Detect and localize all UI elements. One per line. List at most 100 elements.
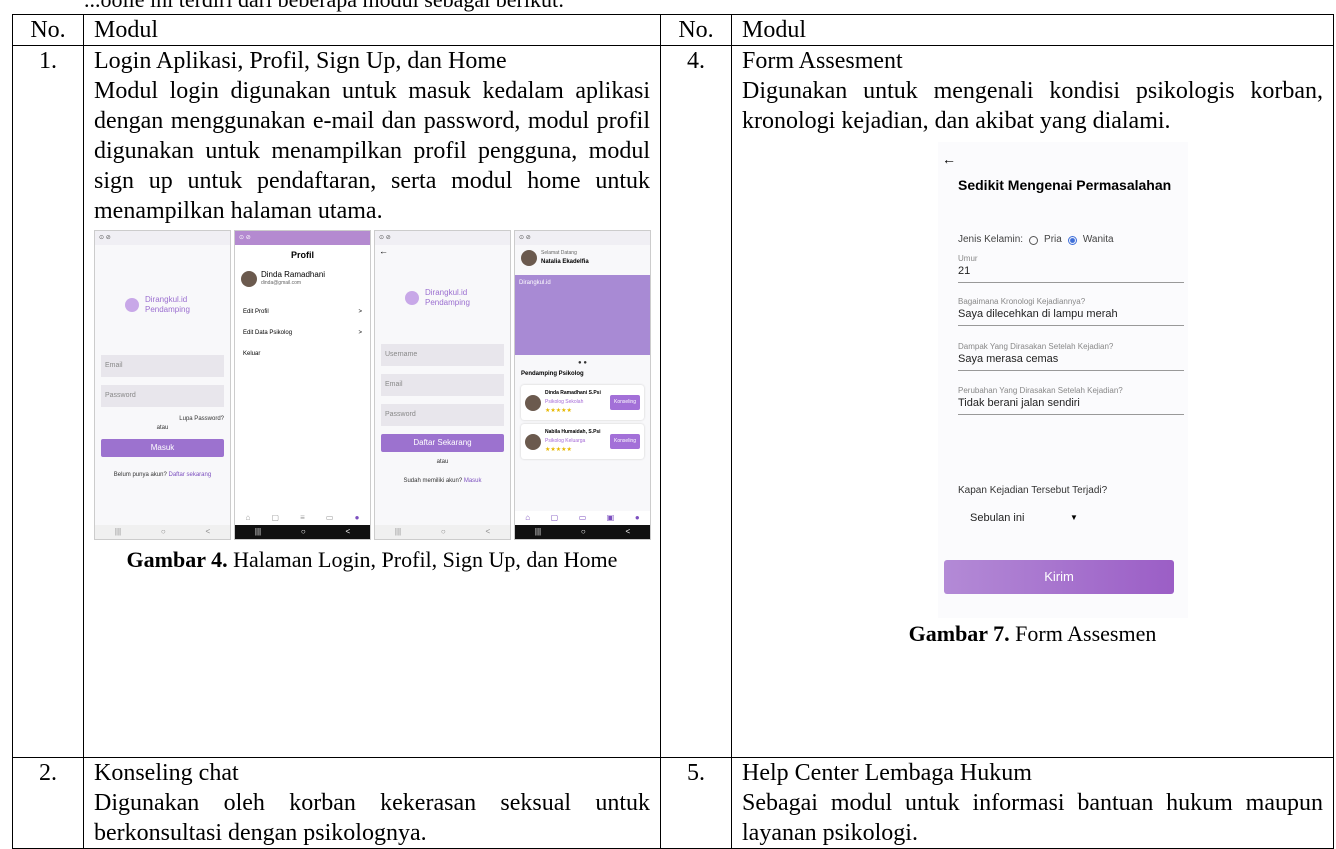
hero-title: Dirangkul.id: [519, 280, 551, 286]
or-divider: atau: [436, 459, 449, 465]
module-cell: Help Center Lembaga Hukum Sebagai modul …: [731, 757, 1334, 849]
table-row: 1. Login Aplikasi, Profil, Sign Up, dan …: [12, 45, 1334, 758]
header-no-right: No.: [660, 14, 732, 46]
psikolog-card[interactable]: Dinda Ramadhani S.Psi Psikolog Sekolah ★★★…: [521, 385, 644, 420]
header-modul-left: Modul: [83, 14, 661, 46]
greeting-text: Selamat Datang: [541, 250, 577, 256]
profile-email: dinda@gmail.com: [261, 280, 302, 286]
assessment-form-screenshot: ← Sedikit Mengenai Permasalahan Jenis Ke…: [938, 142, 1188, 618]
module-description: Digunakan untuk mengenali kondisi psikol…: [742, 78, 1323, 134]
card-name: Dinda Ramadhani S.Psi: [545, 390, 601, 396]
when-label: Kapan Kejadian Tersebut Terjadi?: [958, 485, 1108, 496]
carousel-dots: ● ●: [578, 360, 587, 366]
option-pria: Pria: [1044, 234, 1062, 245]
age-value: 21: [958, 265, 971, 277]
password-field[interactable]: Password: [381, 404, 504, 426]
row-number: 4.: [660, 45, 732, 758]
module-title: Help Center Lembaga Hukum: [742, 760, 1032, 786]
header-modul-right: Modul: [731, 14, 1334, 46]
system-nav: ||| ○ <: [235, 525, 370, 539]
avatar: [241, 271, 257, 287]
brand-logo: Dirangkul.id Pendamping: [95, 295, 230, 315]
chevron-down-icon[interactable]: ▼: [1070, 503, 1078, 533]
change-value: Tidak berani jalan sendiri: [958, 397, 1080, 409]
gender-field: Jenis Kelamin: Pria Wanita: [958, 225, 1114, 255]
avatar: [521, 250, 537, 266]
bottom-nav[interactable]: ⌂ ▢ ▭ ▣ ●: [515, 511, 650, 525]
register-button[interactable]: Daftar Sekarang: [381, 434, 504, 452]
row-number: 1.: [12, 45, 84, 758]
avatar: [525, 433, 541, 450]
home-greeting: Selamat Datang Natalia Ekadelfia: [515, 245, 650, 271]
brand-sub: Pendamping: [145, 305, 190, 314]
caption-label: Gambar 4.: [126, 547, 228, 572]
brand-name: Dirangkul.id: [425, 288, 468, 297]
hero-banner[interactable]: Dirangkul.id: [515, 275, 650, 355]
figure-caption: Gambar 7. Form Assesmen: [742, 620, 1323, 647]
login-prompt: Sudah memiliki akun? Masuk: [375, 477, 510, 486]
submit-button[interactable]: Kirim: [944, 560, 1174, 594]
email-field[interactable]: Email: [101, 355, 224, 377]
table-row: 2. Konseling chat Digunakan oleh korban …: [12, 757, 1334, 849]
change-field[interactable]: Perubahan Yang Dirasakan Setelah Kejadia…: [958, 386, 1184, 415]
login-screen: ⊙ ⊘ Dirangkul.id Pendamping Email Passwor…: [94, 230, 231, 540]
password-field[interactable]: Password: [101, 385, 224, 407]
username-field[interactable]: Username: [381, 344, 504, 366]
register-link[interactable]: Daftar sekarang: [169, 472, 212, 478]
chronology-value: Saya dilecehkan di lampu merah: [958, 308, 1118, 320]
login-button[interactable]: Masuk: [101, 439, 224, 457]
status-bar: ⊙ ⊘: [375, 231, 510, 245]
logo-icon: [405, 291, 419, 305]
caption-text: Form Assesmen: [1009, 621, 1157, 646]
konseling-button[interactable]: Konseling: [610, 434, 640, 449]
module-description: Sebagai modul untuk informasi bantuan hu…: [742, 790, 1323, 846]
logout-item[interactable]: Keluar: [235, 344, 370, 365]
module-title: Konseling chat: [94, 760, 239, 786]
profile-user: Dinda Ramadhani dinda@gmail.com: [235, 266, 370, 292]
login-link[interactable]: Masuk: [464, 478, 482, 484]
avatar: [525, 394, 541, 411]
edit-profile-item[interactable]: Edit Profil >: [235, 302, 370, 323]
profile-screen: ⊙ ⊘ Profil Dinda Ramadhani dinda@gmail.co…: [234, 230, 371, 540]
change-label: Perubahan Yang Dirasakan Setelah Kejadia…: [958, 386, 1123, 395]
card-name: Nabila Humaidah, S.Psi: [545, 429, 601, 435]
age-label: Umur: [958, 254, 978, 263]
radio-wanita[interactable]: [1067, 235, 1077, 245]
user-name: Natalia Ekadelfia: [541, 259, 589, 265]
caption-text: Halaman Login, Profil, Sign Up, dan Home: [227, 547, 618, 572]
back-arrow-icon[interactable]: ←: [942, 144, 956, 174]
intro-text: ...ooile ini terdiri dari beberapa modul…: [84, 0, 564, 13]
when-select[interactable]: Sebulan ini: [970, 503, 1024, 533]
bottom-nav[interactable]: ⌂ ▢ ≡ ▭ ●: [235, 511, 370, 525]
radio-pria[interactable]: [1029, 235, 1039, 245]
rating-stars: ★★★★★: [545, 447, 572, 453]
impact-field[interactable]: Dampak Yang Dirasakan Setelah Kejadian? S…: [958, 342, 1184, 371]
status-bar: ⊙ ⊘: [515, 231, 650, 245]
or-divider: atau: [156, 425, 169, 431]
section-title: Pendamping Psikolog: [521, 371, 584, 377]
home-screen: ⊙ ⊘ Selamat Datang Natalia Ekadelfia Dira…: [514, 230, 651, 540]
module-cell: Form Assesment Digunakan untuk mengenali…: [731, 45, 1334, 758]
option-wanita: Wanita: [1082, 234, 1114, 245]
profile-name: Dinda Ramadhani: [261, 270, 326, 279]
chronology-field[interactable]: Bagaimana Kronologi Kejadiannya? Saya dil…: [958, 297, 1184, 326]
app-screenshots: ⊙ ⊘ Dirangkul.id Pendamping Email Passwor…: [94, 230, 652, 540]
gender-label: Jenis Kelamin:: [958, 234, 1024, 245]
figure-caption: Gambar 4. Halaman Login, Profil, Sign Up…: [94, 546, 650, 573]
forgot-password-link[interactable]: Lupa Password?: [95, 415, 230, 424]
impact-label: Dampak Yang Dirasakan Setelah Kejadian?: [958, 342, 1114, 351]
age-field[interactable]: Umur 21: [958, 254, 1184, 283]
konseling-button[interactable]: Konseling: [610, 395, 640, 410]
back-icon[interactable]: ←: [375, 245, 510, 258]
chronology-label: Bagaimana Kronologi Kejadiannya?: [958, 297, 1086, 306]
row-number: 2.: [12, 757, 84, 849]
row-number: 5.: [660, 757, 732, 849]
system-nav: ||| ○ <: [375, 525, 510, 539]
edit-psikolog-item[interactable]: Edit Data Psikolog >: [235, 323, 370, 344]
card-role: Psikolog Sekolah: [545, 399, 584, 405]
psikolog-card[interactable]: Nabila Humaidah, S.Psi Psikolog Keluarga ★…: [521, 424, 644, 459]
signup-screen: ⊙ ⊘ ← Dirangkul.id Pendamping Username Em…: [374, 230, 511, 540]
status-bar: ⊙ ⊘: [235, 231, 370, 245]
system-nav: ||| ○ <: [95, 525, 230, 539]
email-field[interactable]: Email: [381, 374, 504, 396]
